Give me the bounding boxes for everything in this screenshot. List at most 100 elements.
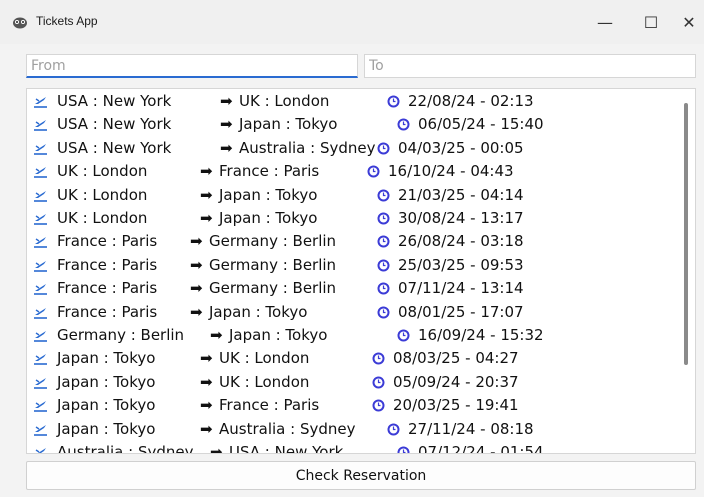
ticket-from: Japan : Tokyo xyxy=(57,372,156,391)
arrow-icon: ➡ xyxy=(200,419,213,438)
ticket-datetime: 30/08/24 - 13:17 xyxy=(398,209,524,227)
ticket-to: Japan : Tokyo xyxy=(209,302,308,321)
minimize-button[interactable]: — xyxy=(582,0,628,44)
plane-icon xyxy=(34,237,47,249)
clock-icon xyxy=(377,282,390,295)
clock-icon xyxy=(387,423,400,436)
ticket-row[interactable]: Japan : Tokyo ➡ UK : London 08/03/25 - 04:2… xyxy=(27,347,677,370)
plane-icon xyxy=(34,120,47,132)
ticket-datetime: 08/03/25 - 04:27 xyxy=(393,349,519,368)
ticket-row[interactable]: USA : New York ➡ Australia : Sydney 04/03/2… xyxy=(27,137,677,160)
title-bar: Tickets App — ☐ ✕ xyxy=(0,0,704,44)
ticket-datetime: 08/01/25 - 17:07 xyxy=(398,302,524,321)
list-scrollbar[interactable] xyxy=(684,103,688,365)
ticket-from: Australia : Sydney xyxy=(57,443,194,454)
ticket-row[interactable]: Japan : Tokyo ➡ Australia : Sydney 27/11/24… xyxy=(27,418,677,441)
ticket-row[interactable]: UK : London ➡ France : Paris 16/10/24 - 04:… xyxy=(27,160,677,183)
ticket-to: UK : London xyxy=(219,372,310,391)
ticket-row[interactable]: UK : London ➡ Japan : Tokyo 21/03/25 - 04:1… xyxy=(27,184,677,207)
ticket-to: UK : London xyxy=(239,92,330,110)
close-button[interactable]: ✕ xyxy=(674,0,704,44)
clock-icon xyxy=(387,95,400,108)
clock-icon xyxy=(397,329,410,342)
ticket-to: Japan : Tokyo xyxy=(229,326,328,344)
ticket-to: Japan : Tokyo xyxy=(219,209,318,227)
plane-icon xyxy=(34,190,47,202)
ticket-datetime: 07/11/24 - 13:14 xyxy=(398,279,524,298)
ticket-to: USA : New York xyxy=(229,443,344,454)
plane-icon xyxy=(34,167,47,178)
ticket-from: UK : London xyxy=(57,185,148,204)
clock-icon xyxy=(372,352,385,365)
ticket-to: Germany : Berlin xyxy=(209,279,337,298)
ticket-to: UK : London xyxy=(219,349,310,368)
ticket-from: Japan : Tokyo xyxy=(57,419,156,438)
arrow-icon: ➡ xyxy=(220,138,233,157)
plane-icon xyxy=(34,214,47,225)
plane-icon xyxy=(34,97,47,108)
ticket-from: UK : London xyxy=(57,162,148,181)
arrow-icon: ➡ xyxy=(210,326,223,344)
clock-icon xyxy=(377,142,390,155)
arrow-icon: ➡ xyxy=(190,232,203,251)
to-input[interactable] xyxy=(364,54,696,78)
ticket-from: France : Paris xyxy=(57,279,158,298)
ticket-from: France : Paris xyxy=(57,302,158,321)
arrow-icon: ➡ xyxy=(190,255,203,274)
ticket-to: Germany : Berlin xyxy=(209,232,337,251)
ticket-row[interactable]: UK : London ➡ Japan : Tokyo 30/08/24 - 13:1… xyxy=(27,207,677,230)
clock-icon xyxy=(397,446,410,453)
ticket-row[interactable]: France : Paris ➡ Germany : Berlin 26/08/24 … xyxy=(27,230,677,253)
ticket-row[interactable]: USA : New York ➡ UK : London 22/08/24 - 02:… xyxy=(27,90,677,113)
ticket-datetime: 26/08/24 - 03:18 xyxy=(398,232,524,251)
plane-icon xyxy=(34,260,47,272)
arrow-icon: ➡ xyxy=(200,162,213,181)
ticket-to: France : Paris xyxy=(219,162,320,181)
ticket-row[interactable]: Australia : Sydney ➡ USA : New York 07/12/2… xyxy=(27,441,677,454)
clock-icon xyxy=(377,235,390,248)
ticket-from: France : Paris xyxy=(57,232,158,251)
plane-icon xyxy=(34,377,47,389)
arrow-icon: ➡ xyxy=(200,396,213,415)
ticket-from: France : Paris xyxy=(57,255,158,274)
arrow-icon: ➡ xyxy=(190,302,203,321)
ticket-from: USA : New York xyxy=(57,138,172,157)
clock-icon xyxy=(377,306,390,319)
clock-icon xyxy=(377,259,390,272)
plane-icon xyxy=(34,331,47,342)
ticket-datetime: 07/12/24 - 01:54 xyxy=(418,443,544,454)
plane-icon xyxy=(34,284,47,295)
arrow-icon: ➡ xyxy=(200,209,213,227)
ticket-row[interactable]: France : Paris ➡ Germany : Berlin 07/11/24 … xyxy=(27,277,677,300)
ticket-datetime: 22/08/24 - 02:13 xyxy=(408,92,534,110)
clock-icon xyxy=(377,212,390,225)
ticket-to: Germany : Berlin xyxy=(209,255,337,274)
ticket-row[interactable]: France : Paris ➡ Japan : Tokyo 08/01/25 - 1… xyxy=(27,301,677,324)
ticket-datetime: 05/09/24 - 20:37 xyxy=(393,372,519,391)
tickets-list[interactable]: USA : New York ➡ UK : London 22/08/24 - 02:… xyxy=(26,88,696,454)
ticket-from: Germany : Berlin xyxy=(57,326,185,344)
from-input[interactable] xyxy=(26,54,358,78)
maximize-button[interactable]: ☐ xyxy=(628,0,674,44)
ticket-row[interactable]: Germany : Berlin ➡ Japan : Tokyo 16/09/24 -… xyxy=(27,324,677,347)
ticket-from: Japan : Tokyo xyxy=(57,396,156,415)
arrow-icon: ➡ xyxy=(200,185,213,204)
check-reservation-button[interactable]: Check Reservation xyxy=(26,461,696,490)
clock-icon xyxy=(397,118,410,131)
arrow-icon: ➡ xyxy=(210,443,223,454)
ticket-datetime: 16/09/24 - 15:32 xyxy=(418,326,544,344)
clock-icon xyxy=(372,399,385,412)
ticket-from: Japan : Tokyo xyxy=(57,349,156,368)
ticket-row[interactable]: France : Paris ➡ Germany : Berlin 25/03/25 … xyxy=(27,254,677,277)
ticket-to: Japan : Tokyo xyxy=(239,115,338,134)
plane-icon xyxy=(35,448,46,453)
ticket-row[interactable]: USA : New York ➡ Japan : Tokyo 06/05/24 - 1… xyxy=(27,113,677,136)
arrow-icon: ➡ xyxy=(220,92,233,110)
clock-icon xyxy=(372,376,385,389)
ticket-row[interactable]: Japan : Tokyo ➡ UK : London 05/09/24 - 20:3… xyxy=(27,371,677,394)
ticket-datetime: 20/03/25 - 19:41 xyxy=(393,396,519,415)
ticket-from: UK : London xyxy=(57,209,148,227)
ticket-datetime: 21/03/25 - 04:14 xyxy=(398,185,524,204)
ticket-row[interactable]: Japan : Tokyo ➡ France : Paris 20/03/25 - 1… xyxy=(27,394,677,417)
ticket-to: France : Paris xyxy=(219,396,320,415)
